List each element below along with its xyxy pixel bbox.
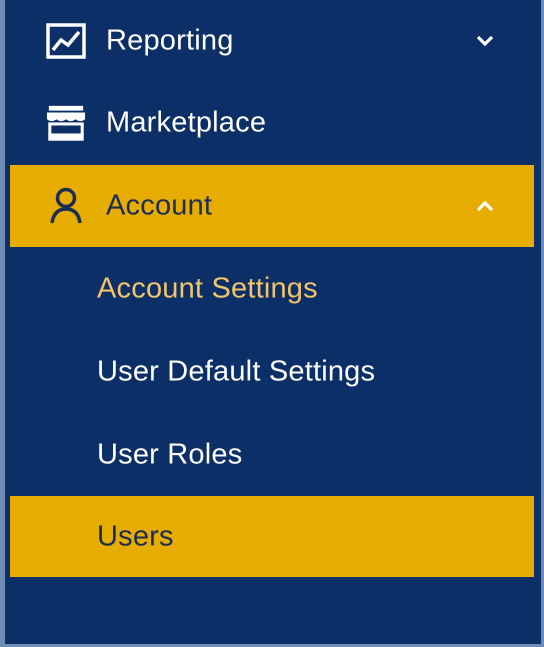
sidebar-item-account[interactable]: Account [10,165,534,247]
chart-line-icon [46,21,86,61]
submenu-item-label: User Default Settings [97,355,376,388]
submenu-item-user-roles[interactable]: User Roles [10,414,534,496]
user-icon [46,186,86,226]
submenu-item-user-default-settings[interactable]: User Default Settings [10,331,534,413]
submenu-item-label: Account Settings [97,272,318,305]
sidebar-item-label: Reporting [106,24,234,57]
sidebar-item-reporting[interactable]: Reporting [10,0,534,82]
submenu-item-label: Users [97,520,174,552]
submenu-item-users[interactable]: Users [10,496,534,577]
submenu-item-account-settings[interactable]: Account Settings [10,248,534,330]
sidebar-item-label: Account [106,189,213,222]
submenu-item-label: User Roles [97,438,243,471]
chevron-up-icon[interactable] [474,195,496,217]
chevron-down-icon[interactable] [474,30,496,52]
sidebar-nav: Reporting Marketplace Account Account Se… [0,0,544,647]
storefront-icon [46,103,86,143]
sidebar-item-marketplace[interactable]: Marketplace [10,82,534,164]
sidebar-item-label: Marketplace [106,106,267,139]
